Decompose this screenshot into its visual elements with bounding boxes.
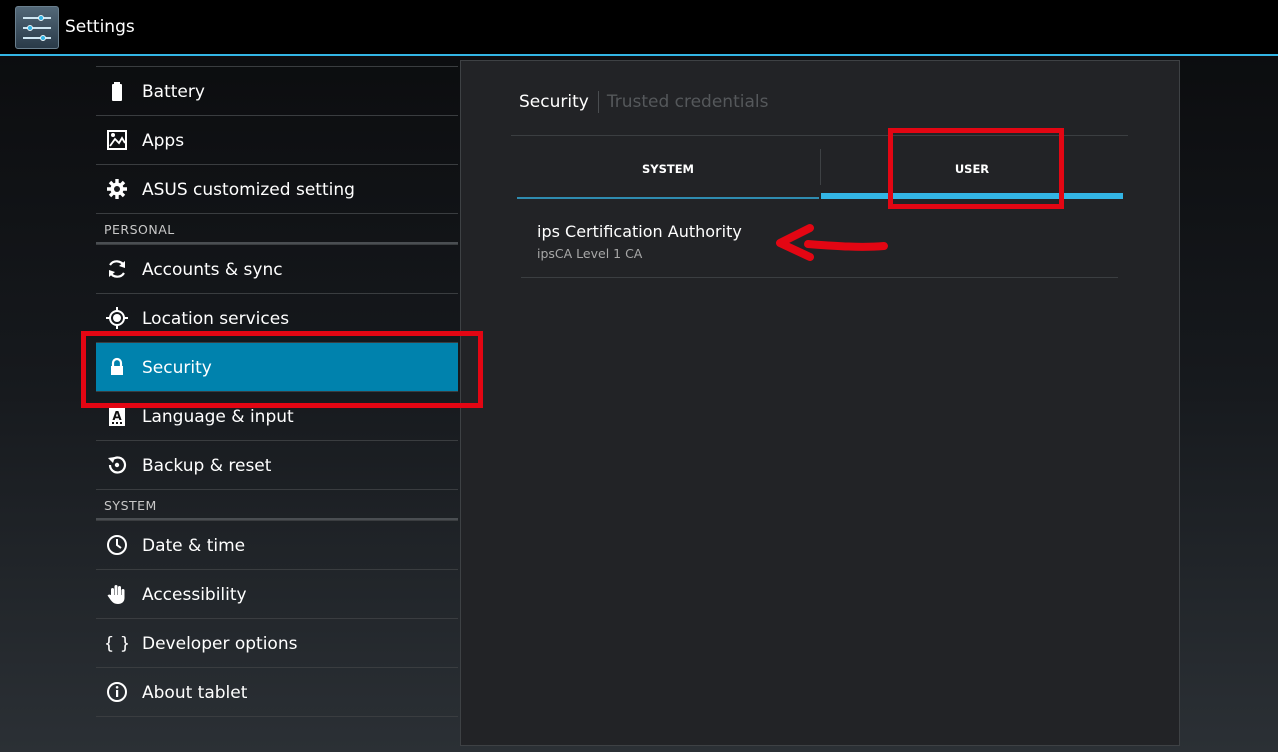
annotation-arrow-icon [776, 224, 888, 261]
